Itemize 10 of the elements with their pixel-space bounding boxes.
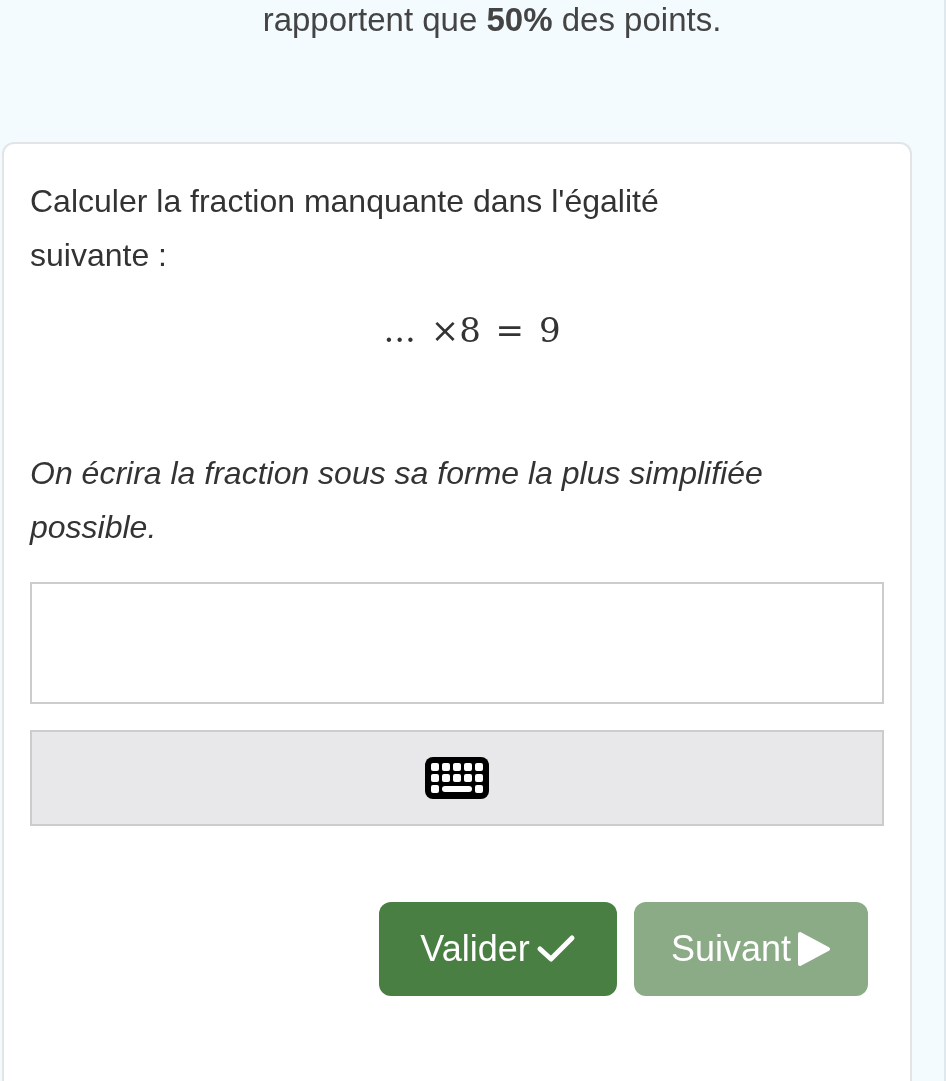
question-text: Calculer la fraction manquante dans l'égalité suivante : [30,182,660,275]
validate-button[interactable]: Valider [379,902,617,996]
keyboard-bar[interactable] [30,730,884,826]
intro-text: rapportent que 50% des points. [261,0,723,40]
equation: ... ×8 = 9 [383,310,561,350]
instruction-text: On écrira la fraction sous sa forme la plus simplifiée possible. [30,454,764,547]
play-icon [797,931,832,967]
answer-field[interactable] [30,582,884,704]
check-icon [535,934,576,964]
keyboard-icon [425,757,489,799]
